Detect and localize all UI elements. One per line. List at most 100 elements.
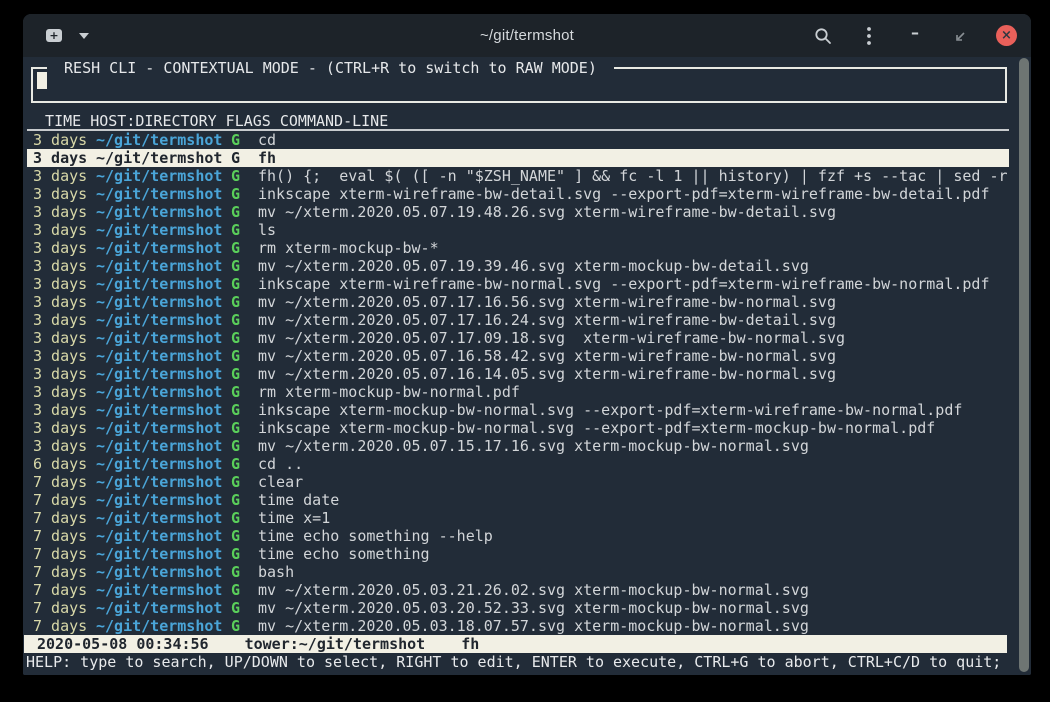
history-row[interactable]: 3 days~/git/termshotGmv ~/xterm.2020.05.… (27, 365, 1009, 383)
row-flags: G (231, 239, 258, 257)
text-cursor (37, 72, 47, 89)
history-row[interactable]: 7 days~/git/termshotGtime echo something… (27, 527, 1009, 545)
row-host-directory: ~/git/termshot (96, 401, 231, 419)
row-host-directory: ~/git/termshot (96, 275, 231, 293)
row-host-directory: ~/git/termshot (96, 293, 231, 311)
history-row[interactable]: 7 days~/git/termshotGbash (27, 563, 1009, 581)
row-time: 3 days (33, 257, 96, 275)
row-host-directory: ~/git/termshot (96, 167, 231, 185)
history-row[interactable]: 3 days~/git/termshotGinkscape xterm-mock… (27, 419, 1009, 437)
terminal-screen: RESH CLI - CONTEXTUAL MODE - (CTRL+R to … (23, 57, 1031, 675)
row-host-directory: ~/git/termshot (96, 599, 231, 617)
history-row[interactable]: 3 days~/git/termshotGmv ~/xterm.2020.05.… (27, 203, 1009, 221)
kebab-menu-icon (866, 26, 872, 46)
history-row[interactable]: 6 days~/git/termshotGcd .. (27, 455, 1009, 473)
row-host-directory: ~/git/termshot (96, 131, 231, 149)
history-row[interactable]: 3 days~/git/termshotGmv ~/xterm.2020.05.… (27, 293, 1009, 311)
row-command: inkscape xterm-mockup-bw-normal.svg --ex… (258, 401, 962, 419)
scrollbar-thumb[interactable] (1019, 58, 1029, 672)
history-row[interactable]: 3 days~/git/termshotGmv ~/xterm.2020.05.… (27, 257, 1009, 275)
history-row[interactable]: 7 days~/git/termshotGtime x=1 (27, 509, 1009, 527)
row-flags: G (231, 185, 258, 203)
row-command: time x=1 (258, 509, 330, 527)
history-row[interactable]: 3 days~/git/termshotGinkscape xterm-mock… (27, 401, 1009, 419)
row-command: time echo something (258, 545, 430, 563)
history-row[interactable]: 3 days~/git/termshotGfh() {; eval $( ([ … (27, 167, 1009, 185)
row-command: mv ~/xterm.2020.05.07.19.39.46.svg xterm… (258, 257, 809, 275)
row-command: fh() {; eval $( ([ -n "$ZSH_NAME" ] && f… (258, 167, 1008, 185)
close-icon: × (1001, 29, 1012, 42)
row-host-directory: ~/git/termshot (96, 509, 231, 527)
row-flags: G (231, 311, 258, 329)
columns-header: TIME HOST:DIRECTORY FLAGS COMMAND-LINE (27, 112, 1009, 131)
row-host-directory: ~/git/termshot (96, 347, 231, 365)
row-time: 3 days (33, 401, 96, 419)
history-row[interactable]: 3 days~/git/termshotGmv ~/xterm.2020.05.… (27, 347, 1009, 365)
row-command: rm xterm-mockup-bw-normal.pdf (258, 383, 520, 401)
row-time: 7 days (33, 617, 96, 635)
row-time: 3 days (33, 131, 96, 149)
row-host-directory: ~/git/termshot (96, 221, 231, 239)
row-command: mv ~/xterm.2020.05.07.15.17.16.svg xterm… (258, 437, 809, 455)
history-row[interactable]: 7 days~/git/termshotGmv ~/xterm.2020.05.… (27, 617, 1009, 635)
history-row[interactable]: 3 days~/git/termshotGmv ~/xterm.2020.05.… (27, 311, 1009, 329)
close-button[interactable]: × (996, 25, 1017, 46)
row-time: 7 days (33, 545, 96, 563)
row-host-directory: ~/git/termshot (96, 203, 231, 221)
history-list: 3 days~/git/termshotGcd 3 days~/git/term… (27, 131, 1009, 635)
history-row[interactable]: 7 days~/git/termshotGtime echo something (27, 545, 1009, 563)
history-row[interactable]: 7 days~/git/termshotGmv ~/xterm.2020.05.… (27, 581, 1009, 599)
row-host-directory: ~/git/termshot (96, 437, 231, 455)
row-host-directory: ~/git/termshot (96, 473, 231, 491)
row-command: ls (258, 221, 276, 239)
row-time: 7 days (33, 509, 96, 527)
chevron-down-icon[interactable] (79, 33, 89, 39)
row-time: 7 days (33, 491, 96, 509)
row-command: bash (258, 563, 294, 581)
row-flags: G (231, 365, 258, 383)
row-command: mv ~/xterm.2020.05.03.20.52.33.svg xterm… (258, 599, 809, 617)
row-command: inkscape xterm-wireframe-bw-detail.svg -… (258, 185, 990, 203)
row-command: fh (258, 149, 276, 167)
history-row[interactable]: 7 days~/git/termshotGclear (27, 473, 1009, 491)
row-flags: G (231, 491, 258, 509)
row-host-directory: ~/git/termshot (96, 239, 231, 257)
history-row[interactable]: 3 days~/git/termshotGinkscape xterm-wire… (27, 275, 1009, 293)
history-row[interactable]: 3 days~/git/termshotGmv ~/xterm.2020.05.… (27, 329, 1009, 347)
row-time: 3 days (33, 347, 96, 365)
row-flags: G (231, 473, 258, 491)
row-time: 3 days (33, 419, 96, 437)
search-button[interactable] (812, 25, 834, 47)
row-command: mv ~/xterm.2020.05.03.18.07.57.svg xterm… (258, 617, 809, 635)
new-tab-button[interactable]: + (41, 23, 67, 49)
history-row[interactable]: 3 days~/git/termshotGmv ~/xterm.2020.05.… (27, 437, 1009, 455)
history-row[interactable]: 3 days~/git/termshotGcd (27, 131, 1009, 149)
history-row[interactable]: 3 days~/git/termshotGfh (27, 149, 1009, 167)
history-row[interactable]: 3 days~/git/termshotGinkscape xterm-wire… (27, 185, 1009, 203)
history-row[interactable]: 7 days~/git/termshotGtime date (27, 491, 1009, 509)
row-host-directory: ~/git/termshot (96, 365, 231, 383)
row-command: time date (258, 491, 339, 509)
row-host-directory: ~/git/termshot (96, 455, 231, 473)
row-command: mv ~/xterm.2020.05.07.17.09.18.svg xterm… (258, 329, 845, 347)
menu-button[interactable] (858, 25, 880, 47)
mode-box: RESH CLI - CONTEXTUAL MODE - (CTRL+R to … (31, 67, 1007, 103)
history-row[interactable]: 3 days~/git/termshotGrm xterm-mockup-bw-… (27, 239, 1009, 257)
row-time: 3 days (33, 185, 96, 203)
row-host-directory: ~/git/termshot (96, 545, 231, 563)
minimize-button[interactable]: – (904, 22, 926, 50)
row-flags: G (231, 203, 258, 221)
row-host-directory: ~/git/termshot (96, 419, 231, 437)
history-row[interactable]: 7 days~/git/termshotGmv ~/xterm.2020.05.… (27, 599, 1009, 617)
restore-button[interactable] (950, 25, 972, 47)
history-row[interactable]: 3 days~/git/termshotGls (27, 221, 1009, 239)
row-host-directory: ~/git/termshot (96, 311, 231, 329)
titlebar: + ~/git/termshot – (23, 14, 1031, 57)
row-flags: G (231, 509, 258, 527)
row-flags: G (231, 599, 258, 617)
row-time: 3 days (33, 383, 96, 401)
row-command: mv ~/xterm.2020.05.07.16.58.42.svg xterm… (258, 347, 836, 365)
row-time: 3 days (33, 311, 96, 329)
history-row[interactable]: 3 days~/git/termshotGrm xterm-mockup-bw-… (27, 383, 1009, 401)
row-host-directory: ~/git/termshot (96, 149, 231, 167)
